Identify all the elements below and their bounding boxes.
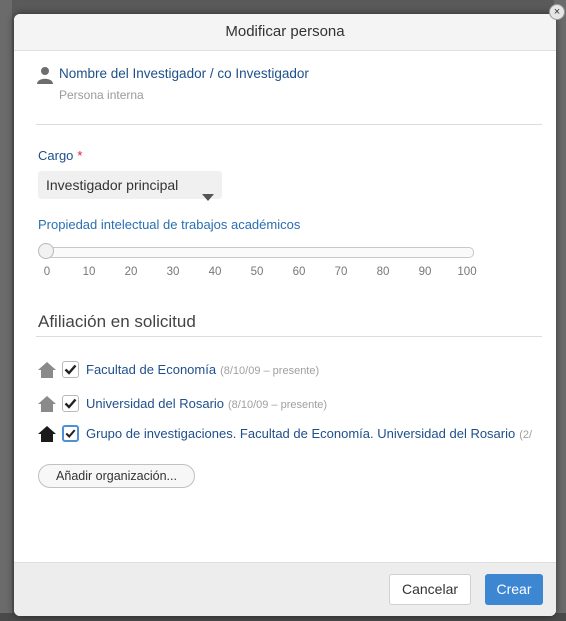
affiliation-name-text: Facultad de Economía bbox=[86, 362, 217, 377]
affiliation-item: Facultad de Economía (8/10/09 – presente) bbox=[38, 361, 538, 381]
affiliation-name[interactable]: Facultad de Economía (8/10/09 – presente) bbox=[86, 362, 319, 377]
slider-tick-label: 20 bbox=[124, 266, 138, 278]
background-page-left bbox=[0, 0, 12, 621]
affiliation-date: (2/ bbox=[519, 429, 533, 441]
close-icon[interactable]: × bbox=[549, 4, 565, 20]
slider-tick-label: 60 bbox=[292, 266, 306, 278]
person-icon bbox=[36, 66, 54, 89]
cargo-label: Cargo * bbox=[38, 148, 82, 163]
slider-tick-label: 40 bbox=[208, 266, 222, 278]
person-type: Persona interna bbox=[59, 88, 144, 102]
chevron-down-icon bbox=[202, 182, 214, 210]
affiliation-checkbox[interactable] bbox=[62, 395, 79, 412]
affiliation-item: Grupo de investigaciones. Facultad de Ec… bbox=[38, 425, 556, 445]
modify-person-dialog: Modificar persona Nombre del Investigado… bbox=[14, 14, 556, 616]
property-label: Propiedad intelectual de trabajos académ… bbox=[38, 217, 301, 232]
slider-tick-label: 10 bbox=[82, 266, 96, 278]
add-organization-button[interactable]: Añadir organización... bbox=[38, 464, 195, 488]
slider-tick-label: 90 bbox=[418, 266, 432, 278]
cancel-button[interactable]: Cancelar bbox=[389, 574, 471, 605]
affiliation-name-text: Universidad del Rosario bbox=[86, 396, 225, 411]
person-name[interactable]: Nombre del Investigador / co Investigado… bbox=[59, 66, 309, 81]
create-button[interactable]: Crear bbox=[485, 574, 543, 605]
home-icon bbox=[38, 396, 56, 417]
affiliation-date: (8/10/09 – presente) bbox=[220, 365, 320, 377]
home-icon bbox=[38, 362, 56, 383]
affiliation-checkbox[interactable] bbox=[62, 425, 79, 442]
slider-tick-label: 0 bbox=[43, 266, 51, 278]
slider-tick-label: 70 bbox=[334, 266, 348, 278]
dialog-footer: Cancelar Crear bbox=[14, 562, 556, 616]
divider bbox=[36, 124, 542, 125]
dialog-title: Modificar persona bbox=[14, 14, 556, 51]
cargo-select[interactable]: Investigador principal bbox=[38, 171, 222, 201]
cargo-label-text: Cargo bbox=[38, 148, 74, 163]
affiliation-item: Universidad del Rosario (8/10/09 – presen… bbox=[38, 395, 538, 415]
affiliation-checkbox[interactable] bbox=[62, 361, 79, 378]
affiliation-title: Afiliación en solicitud bbox=[38, 312, 196, 331]
slider-tick-label: 50 bbox=[250, 266, 264, 278]
affiliation-date: (8/10/09 – presente) bbox=[228, 399, 328, 411]
property-slider-track[interactable] bbox=[44, 247, 474, 258]
required-mark: * bbox=[77, 148, 83, 163]
slider-tick-label: 100 bbox=[457, 266, 477, 278]
divider bbox=[36, 336, 542, 337]
property-slider-handle[interactable] bbox=[38, 243, 54, 259]
home-icon bbox=[38, 426, 56, 447]
affiliation-name[interactable]: Universidad del Rosario (8/10/09 – presen… bbox=[86, 396, 327, 411]
slider-tick-label: 80 bbox=[376, 266, 390, 278]
affiliation-name-text: Grupo de investigaciones. Facultad de Ec… bbox=[86, 426, 516, 441]
slider-tick-label: 30 bbox=[166, 266, 180, 278]
affiliation-name[interactable]: Grupo de investigaciones. Facultad de Ec… bbox=[86, 426, 556, 441]
cargo-selected-value: Investigador principal bbox=[46, 177, 179, 193]
